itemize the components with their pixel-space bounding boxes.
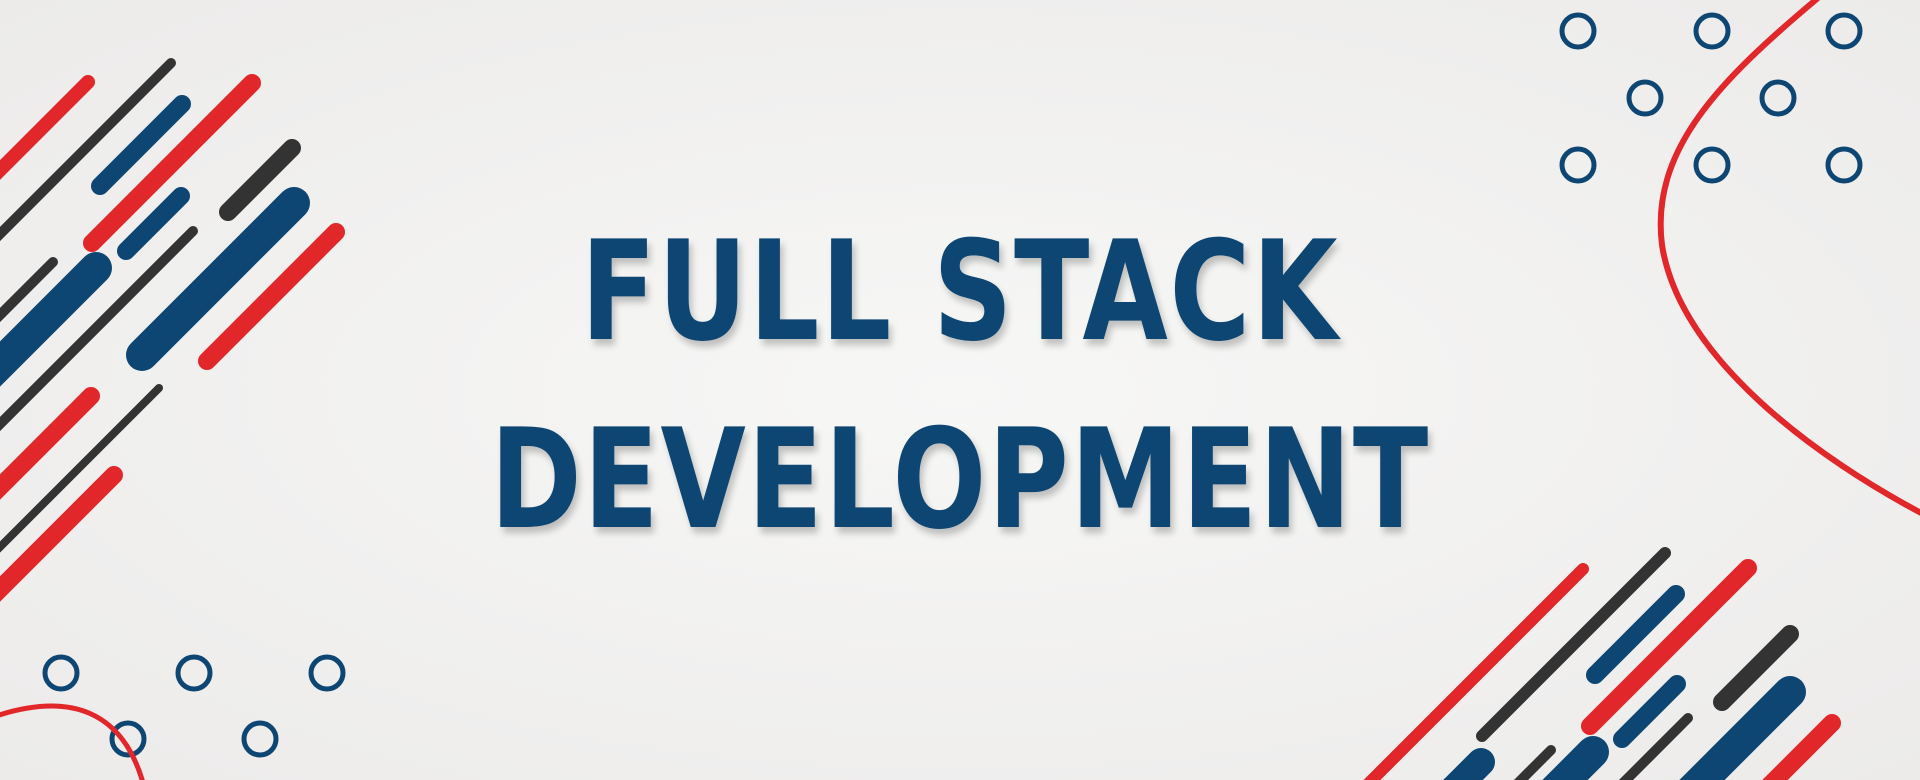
decorative-background xyxy=(0,0,1920,780)
